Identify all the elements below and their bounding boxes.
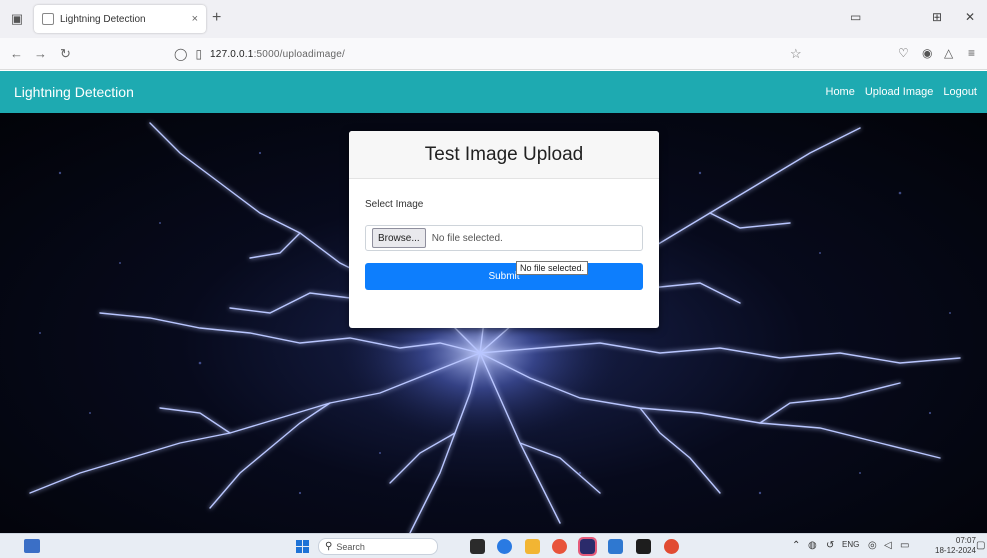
nav-link-home[interactable]: Home bbox=[826, 86, 855, 98]
submit-button[interactable]: Submit bbox=[365, 263, 643, 290]
store-icon[interactable] bbox=[608, 539, 623, 554]
browse-button[interactable]: Browse... bbox=[372, 228, 426, 248]
tab-favicon-icon bbox=[42, 13, 54, 25]
new-tab-button[interactable]: + bbox=[212, 9, 221, 27]
app-navbar: Lightning Detection Home Upload Image Lo… bbox=[0, 71, 987, 113]
window-restore-icon[interactable]: ▭ bbox=[850, 10, 861, 24]
upload-card: Test Image Upload Select Image Browse...… bbox=[349, 131, 659, 328]
url-text: 127.0.0.1:5000/uploadimage/ bbox=[210, 49, 345, 60]
search-icon: ⚲ bbox=[325, 541, 333, 552]
wifi-icon[interactable]: ◎ bbox=[868, 540, 877, 551]
shield-icon: ◯ bbox=[174, 47, 188, 61]
windows-taskbar: ⚲ Search ⌃ ◍ ↺ ENG ◎ ◁ ▭ 07:07 18-12-202… bbox=[0, 533, 987, 558]
url-path: :5000/uploadimage/ bbox=[253, 48, 346, 60]
page-title: Test Image Upload bbox=[424, 143, 584, 165]
nav-link-upload-image[interactable]: Upload Image bbox=[865, 86, 934, 98]
tab-list-icon[interactable]: ▣ bbox=[8, 10, 26, 28]
pocket-icon[interactable]: ♡ bbox=[898, 46, 909, 60]
task-view-icon[interactable] bbox=[470, 539, 485, 554]
menu-icon[interactable]: ≡ bbox=[968, 46, 975, 60]
widgets-icon[interactable] bbox=[24, 539, 40, 553]
nav-link-logout[interactable]: Logout bbox=[943, 86, 977, 98]
account-icon[interactable]: ◉ bbox=[922, 46, 932, 60]
taskbar-search-placeholder: Search bbox=[336, 541, 365, 552]
select-image-label: Select Image bbox=[365, 199, 424, 210]
tray-sync-icon[interactable]: ↺ bbox=[826, 540, 834, 551]
battery-icon[interactable]: ▭ bbox=[900, 540, 909, 551]
volume-icon[interactable]: ◁ bbox=[884, 540, 892, 551]
language-indicator[interactable]: ENG bbox=[842, 540, 859, 549]
tab-title: Lightning Detection bbox=[60, 13, 146, 25]
back-icon[interactable]: ← bbox=[10, 46, 23, 61]
window-close-icon[interactable]: ✕ bbox=[965, 10, 975, 24]
card-header: Test Image Upload bbox=[349, 131, 659, 179]
file-tooltip: No file selected. bbox=[516, 261, 589, 275]
file-input[interactable]: Browse... No file selected. bbox=[365, 225, 643, 251]
firefox-icon[interactable] bbox=[664, 539, 679, 554]
vscode-icon[interactable] bbox=[578, 537, 597, 556]
windows-start-icon[interactable] bbox=[296, 540, 309, 553]
reload-icon[interactable]: ↻ bbox=[60, 46, 71, 62]
taskbar-clock[interactable]: 07:07 18-12-2024 bbox=[935, 536, 976, 556]
tray-app-icon[interactable]: ◍ bbox=[808, 540, 817, 551]
browser-tab-bar: ▣ Lightning Detection × + ▭ ⊞ ✕ bbox=[0, 0, 987, 38]
url-host: 127.0.0.1 bbox=[210, 48, 254, 60]
bookmark-star-icon[interactable]: ☆ bbox=[790, 46, 802, 62]
tray-overflow-icon[interactable]: ⌃ bbox=[792, 540, 800, 551]
file-explorer-icon[interactable] bbox=[525, 539, 540, 554]
notification-icon[interactable]: ▢ bbox=[976, 540, 985, 551]
forward-icon[interactable]: → bbox=[34, 46, 47, 61]
nav-links: Home Upload Image Logout bbox=[826, 86, 978, 98]
edge-icon[interactable] bbox=[497, 539, 512, 554]
office-icon[interactable] bbox=[552, 539, 567, 554]
browser-nav-bar: ← → ↻ ◯ ▯ 127.0.0.1:5000/uploadimage/ ☆ … bbox=[0, 38, 987, 70]
clock-time: 07:07 bbox=[955, 536, 976, 545]
extensions-icon[interactable]: ⊞ bbox=[932, 10, 942, 24]
clock-date: 18-12-2024 bbox=[935, 546, 976, 555]
terminal-icon[interactable] bbox=[636, 539, 651, 554]
url-bar[interactable]: ◯ ▯ 127.0.0.1:5000/uploadimage/ bbox=[170, 42, 810, 66]
file-status: No file selected. bbox=[431, 232, 503, 244]
page-icon: ▯ bbox=[195, 47, 203, 61]
tab-close-icon[interactable]: × bbox=[192, 13, 198, 25]
taskbar-search[interactable]: ⚲ Search bbox=[318, 538, 438, 555]
app-brand[interactable]: Lightning Detection bbox=[14, 84, 134, 100]
browser-tab[interactable]: Lightning Detection × bbox=[34, 5, 206, 33]
extension-icon[interactable]: △ bbox=[944, 46, 953, 60]
